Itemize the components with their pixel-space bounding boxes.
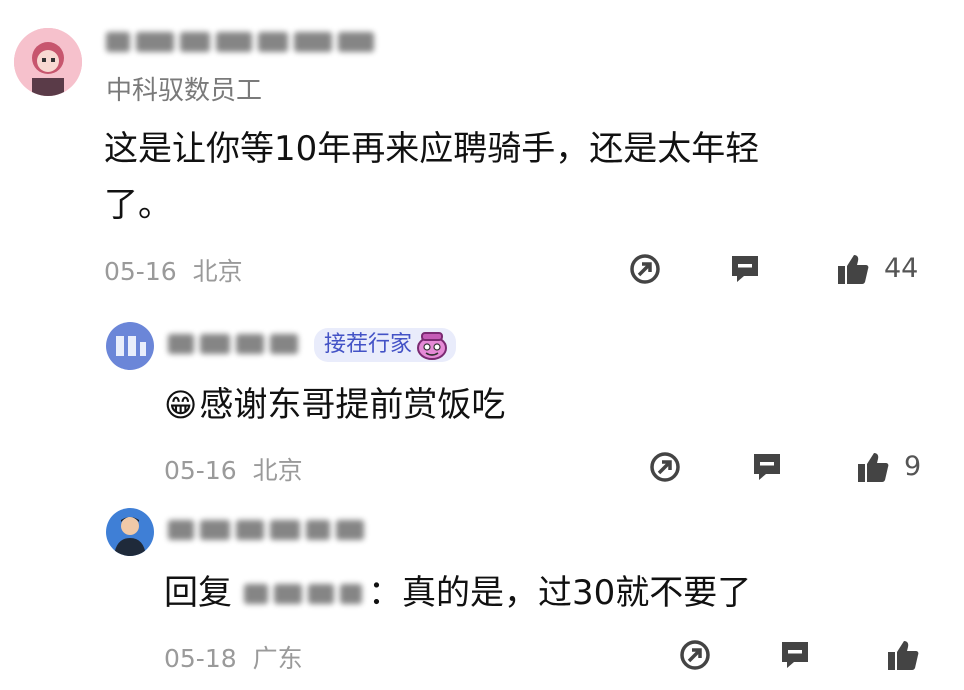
badge-mascot-icon <box>417 332 448 360</box>
comment-icon[interactable] <box>728 252 762 286</box>
user-tag: 中科驭数员工 <box>106 76 263 106</box>
share-icon[interactable] <box>648 450 682 484</box>
comment-icon[interactable] <box>778 638 812 672</box>
badge-label: 接茬行家 <box>324 332 413 357</box>
comment-icon[interactable] <box>750 450 784 484</box>
comment-text-line2: 了。 <box>104 185 172 225</box>
like-count: 9 <box>904 451 922 482</box>
username-blurred[interactable] <box>106 32 374 52</box>
reply-target-username-blurred[interactable] <box>244 583 362 604</box>
emoji-grin-icon: 😁 <box>164 386 198 424</box>
comment-text: 回复 ：真的是，过30就不要了 <box>164 566 751 621</box>
username-blurred[interactable] <box>168 334 298 354</box>
username-blurred[interactable] <box>168 520 364 540</box>
reply-prefix: 回复 <box>164 573 232 613</box>
comment-date: 05-16 <box>164 456 237 485</box>
comment-text: 😁 感谢东哥提前赏饭吃 <box>164 378 505 433</box>
comment-text-body: ：真的是，过30就不要了 <box>368 573 752 613</box>
avatar[interactable] <box>14 28 82 96</box>
share-icon[interactable] <box>678 638 712 672</box>
share-icon[interactable] <box>628 252 662 286</box>
user-badge: 接茬行家 <box>314 328 457 362</box>
comment-meta: 05-18 广东 <box>164 639 303 675</box>
thumbs-up-icon[interactable] <box>836 252 870 286</box>
comment-meta: 05-16 北京 <box>164 451 303 487</box>
avatar[interactable] <box>106 508 154 556</box>
comment-date: 05-18 <box>164 644 237 673</box>
comment-location: 北京 <box>192 257 243 286</box>
comment-text-body: 感谢东哥提前赏饭吃 <box>199 385 506 425</box>
comment-location: 广东 <box>252 644 303 673</box>
comment-meta: 05-16 北京 <box>104 252 243 288</box>
comment-location: 北京 <box>252 456 303 485</box>
avatar[interactable] <box>106 322 154 370</box>
like-count: 44 <box>884 253 919 284</box>
thumbs-up-icon[interactable] <box>886 638 920 672</box>
comment-date: 05-16 <box>104 257 177 286</box>
thumbs-up-icon[interactable] <box>856 450 890 484</box>
comment-text-line1: 这是让你等10年再来应聘骑手，还是太年轻 <box>104 129 760 169</box>
